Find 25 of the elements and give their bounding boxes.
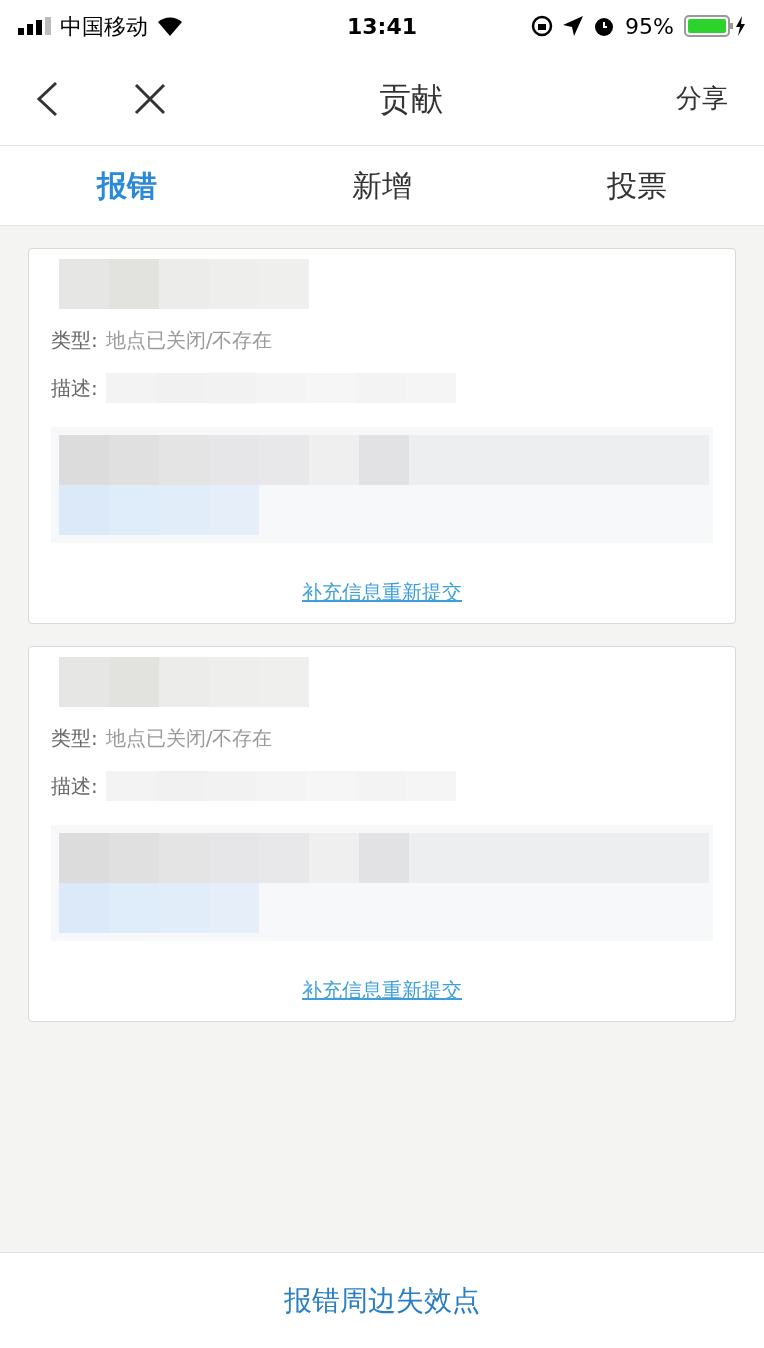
tab[interactable]: 投票 [509,163,764,208]
tab[interactable]: 新增 [254,163,510,208]
resubmit-link[interactable]: 补充信息重新提交 [302,577,462,607]
clock-time: 13:41 [347,12,417,41]
tab[interactable]: 报错 [0,163,255,208]
battery-percent: 95% [625,12,674,41]
description-label: 描述: [51,773,98,800]
page-title: 贡献 [378,78,444,120]
battery-charging-icon [684,15,746,37]
carrier-name: 中国移动 [60,12,148,41]
type-value: 地点已关闭/不存在 [105,725,273,752]
type-value: 地点已关闭/不存在 [105,327,273,354]
wifi-icon [156,16,184,36]
location-arrow-icon [563,16,584,36]
resubmit-link[interactable]: 补充信息重新提交 [302,975,462,1005]
description-label: 描述: [51,375,98,402]
back-icon[interactable] [36,80,58,117]
report-nearby-button[interactable]: 报错周边失效点 [0,1252,764,1348]
rotation-lock-icon [531,15,554,37]
share-button[interactable]: 分享 [676,79,728,118]
signal-icon [18,17,52,35]
type-label: 类型: [51,327,98,354]
close-icon[interactable] [134,82,166,115]
type-label: 类型: [51,725,98,752]
alarm-icon [593,15,616,37]
